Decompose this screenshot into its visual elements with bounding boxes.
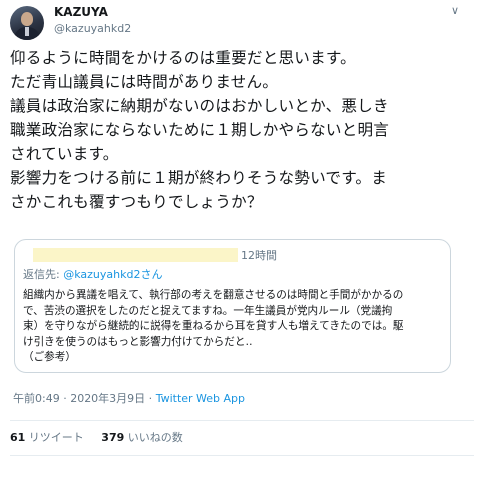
retweet-count: 61 xyxy=(10,431,26,444)
reply-to-line: 返信先: @kazuyahkd2さん xyxy=(23,266,162,282)
divider xyxy=(10,420,474,421)
like-count: 379 xyxy=(101,431,125,444)
like-label: いいねの数 xyxy=(124,431,183,444)
chevron-down-icon[interactable]: ∨ xyxy=(451,4,459,17)
author-name[interactable]: KAZUYA xyxy=(54,5,108,19)
tweet-text: 仰るように時間をかけるのは重要だと思います。 ただ青山議員には時間がありません。… xyxy=(10,49,390,211)
divider xyxy=(10,455,474,456)
timestamp[interactable]: 午前0:49 · 2020年3月9日 · xyxy=(13,392,156,405)
avatar[interactable] xyxy=(10,6,44,40)
quote-time[interactable]: 12時間 xyxy=(241,247,277,263)
retweet-stat[interactable]: 61 リツイート xyxy=(10,431,84,444)
like-stat[interactable]: 379 いいねの数 xyxy=(101,431,182,444)
tweet-meta: 午前0:49 · 2020年3月9日 · Twitter Web App xyxy=(13,390,245,406)
redacted-author xyxy=(33,248,238,262)
author-handle[interactable]: @kazuyahkd2 xyxy=(54,22,131,35)
reply-prefix: 返信先: xyxy=(23,268,64,281)
tweet-stats: 61 リツイート 379 いいねの数 xyxy=(10,429,183,445)
quoted-tweet[interactable]: 12時間 返信先: @kazuyahkd2さん 組織内から異議を唱えて、執行部の… xyxy=(14,239,451,373)
avatar-tie xyxy=(25,27,29,36)
source-app-link[interactable]: Twitter Web App xyxy=(156,392,245,405)
quote-text: 組織内から異議を唱えて、執行部の考えを翻意させるのは時間と手間がかかるの で、苦… xyxy=(23,289,404,363)
avatar-face xyxy=(21,12,33,26)
retweet-label: リツイート xyxy=(25,431,84,444)
reply-mention-link[interactable]: @kazuyahkd2さん xyxy=(63,268,162,281)
